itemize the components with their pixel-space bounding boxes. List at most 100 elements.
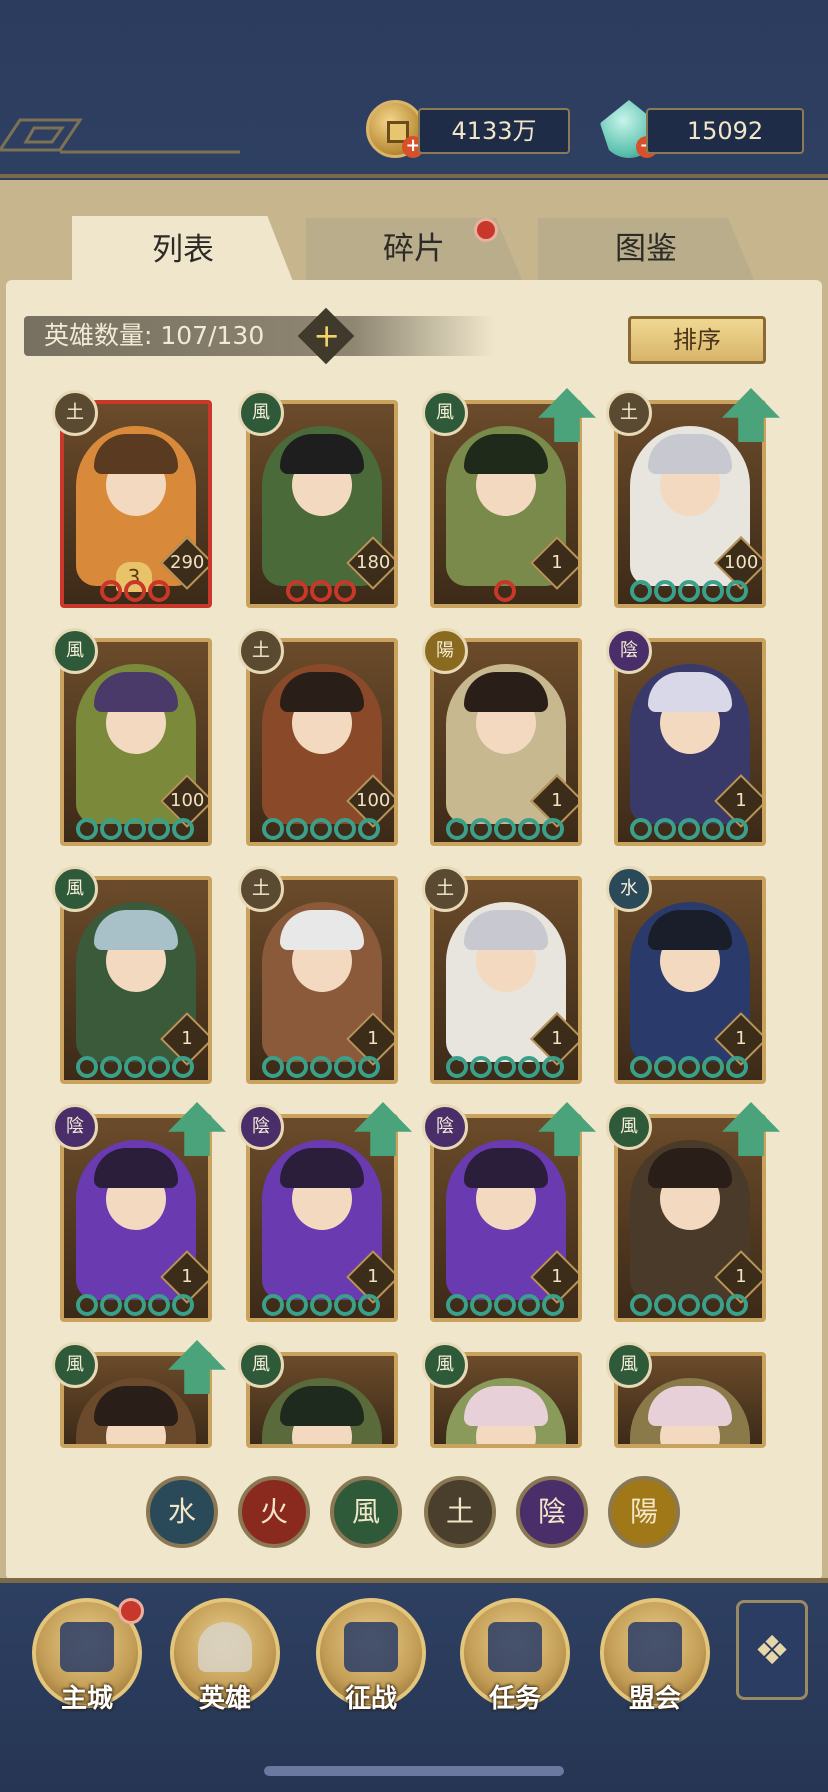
star-icon xyxy=(124,580,146,602)
star-icon xyxy=(286,580,308,602)
element-filter-button[interactable]: 火 xyxy=(238,1476,310,1548)
star-icon xyxy=(470,1056,492,1078)
hero-stars xyxy=(286,580,358,604)
element-icon: 陰 xyxy=(238,1104,284,1150)
hero-level: 100 xyxy=(356,790,391,811)
hero-level: 1 xyxy=(367,1266,379,1287)
star-icon xyxy=(630,1056,652,1078)
hero-portrait xyxy=(446,1378,566,1444)
star-icon xyxy=(358,1056,380,1078)
hero-stars xyxy=(446,1056,566,1080)
star-icon xyxy=(148,818,170,840)
star-icon xyxy=(446,1056,468,1078)
main-city-badge xyxy=(118,1598,144,1624)
star-icon xyxy=(310,1056,332,1078)
star-icon xyxy=(100,818,122,840)
element-icon: 風 xyxy=(606,1104,652,1150)
star-icon xyxy=(446,818,468,840)
hero-count: 英雄数量: 107/130 xyxy=(44,321,265,350)
star-icon xyxy=(630,580,652,602)
hero-stars xyxy=(262,1294,382,1318)
star-icon xyxy=(334,1294,356,1316)
star-icon xyxy=(76,1294,98,1316)
element-filter-button[interactable]: 風 xyxy=(330,1476,402,1548)
star-icon xyxy=(726,1294,748,1316)
hero-stars xyxy=(100,580,172,604)
star-icon xyxy=(678,580,700,602)
star-icon xyxy=(310,1294,332,1316)
star-icon xyxy=(702,818,724,840)
star-icon xyxy=(678,818,700,840)
hero-stars xyxy=(76,1056,196,1080)
star-icon xyxy=(726,580,748,602)
hero-stars xyxy=(630,818,750,842)
hero-stars xyxy=(262,1056,382,1080)
star-icon xyxy=(542,818,564,840)
star-icon xyxy=(76,818,98,840)
tab-list[interactable]: 列表 xyxy=(72,216,294,284)
gold-amount: 4133万 xyxy=(418,108,570,154)
element-filter-button[interactable]: 水 xyxy=(146,1476,218,1548)
hero-stars xyxy=(630,1294,750,1318)
star-icon xyxy=(334,1056,356,1078)
hero-level: 1 xyxy=(367,1028,379,1049)
nav-emblem-icon xyxy=(488,1622,542,1672)
nav-label: 盟会 xyxy=(628,1684,681,1714)
star-icon xyxy=(494,1294,516,1316)
element-icon: 風 xyxy=(238,390,284,436)
star-icon xyxy=(702,1056,724,1078)
star-icon xyxy=(358,1294,380,1316)
hero-level: 1 xyxy=(181,1266,193,1287)
element-icon: 陰 xyxy=(606,628,652,674)
home-indicator xyxy=(264,1766,564,1776)
star-icon xyxy=(494,818,516,840)
hero-stars xyxy=(262,818,382,842)
star-icon xyxy=(494,580,516,602)
element-icon: 陰 xyxy=(422,1104,468,1150)
hero-stars xyxy=(494,580,518,604)
element-filter-button[interactable]: 土 xyxy=(424,1476,496,1548)
star-icon xyxy=(262,1294,284,1316)
hero-stars xyxy=(446,818,566,842)
star-icon xyxy=(702,1294,724,1316)
element-icon: 陽 xyxy=(422,628,468,674)
hero-stars xyxy=(76,818,196,842)
hero-stars xyxy=(630,1056,750,1080)
element-filter-button[interactable]: 陰 xyxy=(516,1476,588,1548)
nav-emblem-icon xyxy=(628,1622,682,1672)
star-icon xyxy=(124,818,146,840)
star-icon xyxy=(542,1294,564,1316)
star-icon xyxy=(262,818,284,840)
star-icon xyxy=(654,580,676,602)
star-icon xyxy=(286,1056,308,1078)
star-icon xyxy=(446,1294,468,1316)
element-icon: 土 xyxy=(238,628,284,674)
bottom-divider xyxy=(0,1578,828,1583)
star-icon xyxy=(310,580,332,602)
nav-label: 征战 xyxy=(344,1684,397,1714)
star-icon xyxy=(470,1294,492,1316)
sort-button[interactable]: 排序 xyxy=(628,316,766,364)
nav-label: 任务 xyxy=(488,1684,541,1714)
star-icon xyxy=(334,818,356,840)
star-icon xyxy=(100,1294,122,1316)
star-icon xyxy=(100,580,122,602)
element-filter-button[interactable]: 陽 xyxy=(608,1476,680,1548)
star-icon xyxy=(172,818,194,840)
star-icon xyxy=(148,1294,170,1316)
hero-level: 100 xyxy=(170,790,205,811)
element-icon: 風 xyxy=(52,1342,98,1388)
star-icon xyxy=(654,1294,676,1316)
hero-level: 180 xyxy=(356,552,391,573)
hero-level: 1 xyxy=(551,552,563,573)
star-icon xyxy=(124,1294,146,1316)
element-icon: 土 xyxy=(422,866,468,912)
menu-button[interactable]: ❖ xyxy=(736,1600,808,1700)
hero-level: 100 xyxy=(724,552,759,573)
star-icon xyxy=(124,1056,146,1078)
tab-codex[interactable]: 图鉴 xyxy=(538,218,754,280)
star-icon xyxy=(702,580,724,602)
star-icon xyxy=(470,818,492,840)
star-icon xyxy=(172,1056,194,1078)
element-icon: 風 xyxy=(606,1342,652,1388)
